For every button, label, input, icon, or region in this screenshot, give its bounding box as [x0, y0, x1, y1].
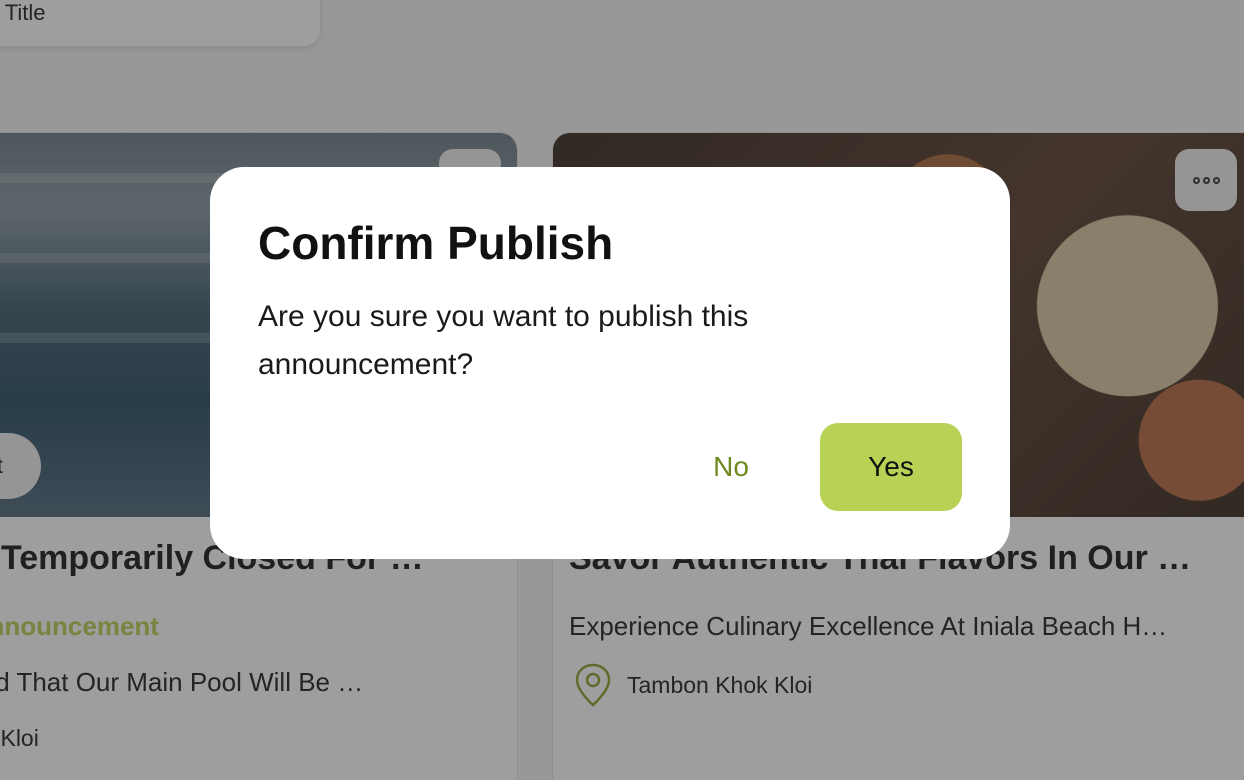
dialog-actions: No Yes: [678, 423, 962, 511]
confirm-publish-dialog: Confirm Publish Are you sure you want to…: [210, 167, 1010, 559]
dialog-message: Are you sure you want to publish this an…: [258, 300, 749, 381]
no-button[interactable]: No: [678, 423, 784, 511]
yes-button[interactable]: Yes: [820, 423, 962, 511]
dialog-title: Confirm Publish: [258, 217, 614, 269]
